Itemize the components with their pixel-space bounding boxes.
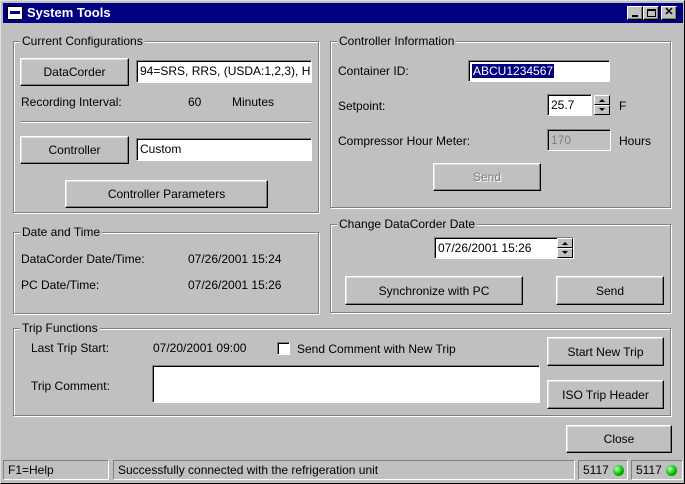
date-spin-up-icon[interactable]: [557, 238, 573, 248]
minimize-button[interactable]: [627, 6, 643, 20]
controller-button[interactable]: Controller: [20, 136, 129, 164]
status-port-pane-2: 5117: [631, 460, 683, 480]
setpoint-spinner[interactable]: [594, 95, 610, 115]
pc-datetime-value: 07/26/2001 15:26: [188, 278, 282, 292]
setpoint-label: Setpoint:: [338, 99, 386, 113]
current-configurations-legend: Current Configurations: [20, 34, 145, 48]
datacorder-datetime-label: DataCorder Date/Time:: [21, 252, 145, 266]
iso-trip-header-button[interactable]: ISO Trip Header: [547, 380, 664, 409]
container-id-field[interactable]: ABCU1234567: [468, 60, 610, 82]
recording-interval-value: 60: [188, 95, 202, 109]
date-time-legend: Date and Time: [20, 225, 103, 239]
system-tools-window: System Tools ✕ Current Configurations Da…: [0, 0, 685, 484]
container-id-value: ABCU1234567: [472, 64, 555, 78]
connection-led-icon: [613, 465, 624, 476]
spin-up-icon[interactable]: [594, 95, 610, 105]
close-button[interactable]: Close: [566, 425, 672, 453]
compressor-hour-field: 170: [547, 129, 611, 151]
datacorder-date-field[interactable]: 07/26/2001 15:26: [434, 237, 574, 259]
status-help-pane: F1=Help: [3, 460, 109, 480]
last-trip-start-value: 07/20/2001 09:00: [153, 341, 247, 355]
controller-config-field[interactable]: Custom: [136, 138, 312, 161]
datacorder-datetime-value: 07/26/2001 15:24: [188, 252, 282, 266]
date-send-button[interactable]: Send: [556, 276, 664, 305]
send-comment-label[interactable]: Send Comment with New Trip: [297, 342, 456, 356]
minimize-icon: [632, 15, 638, 17]
port-number-2: 5117: [636, 463, 662, 477]
date-spinner[interactable]: [557, 238, 573, 258]
last-trip-start-label: Last Trip Start:: [31, 341, 110, 355]
maximize-icon: [647, 9, 656, 17]
date-spin-down-icon[interactable]: [557, 248, 573, 258]
start-new-trip-button[interactable]: Start New Trip: [547, 337, 664, 366]
send-comment-checkbox[interactable]: [277, 342, 290, 355]
controller-send-button[interactable]: Send: [433, 163, 541, 191]
port-number-1: 5117: [583, 463, 609, 477]
setpoint-unit: F: [619, 99, 627, 113]
change-datacorder-date-legend: Change DataCorder Date: [337, 217, 478, 231]
container-id-label: Container ID:: [338, 64, 409, 78]
close-window-button[interactable]: ✕: [661, 6, 677, 20]
datacorder-config-field[interactable]: 94=SRS, RRS, (USDA:1,2,3), H: [136, 60, 312, 83]
window-title: System Tools: [27, 5, 111, 20]
status-message-pane: Successfully connected with the refriger…: [113, 460, 575, 480]
app-icon[interactable]: [7, 6, 23, 20]
trip-comment-label: Trip Comment:: [31, 379, 110, 393]
setpoint-field[interactable]: 25.7: [547, 94, 592, 116]
recording-interval-label: Recording Interval:: [21, 95, 122, 109]
date-time-group: Date and Time: [13, 225, 319, 314]
synchronize-with-pc-button[interactable]: Synchronize with PC: [345, 276, 523, 305]
datacorder-button[interactable]: DataCorder: [20, 58, 129, 86]
controller-information-legend: Controller Information: [337, 34, 457, 48]
compressor-hour-label: Compressor Hour Meter:: [338, 134, 471, 148]
title-bar[interactable]: System Tools ✕: [3, 3, 683, 23]
controller-parameters-button[interactable]: Controller Parameters: [65, 180, 268, 208]
pc-datetime-label: PC Date/Time:: [21, 278, 100, 292]
recording-interval-unit: Minutes: [232, 95, 275, 109]
spin-down-icon[interactable]: [594, 105, 610, 115]
trip-comment-field[interactable]: [152, 365, 540, 403]
status-port-pane-1: 5117: [578, 460, 628, 480]
compressor-hour-unit: Hours: [619, 134, 652, 148]
close-icon: ✕: [664, 6, 674, 18]
config-separator: [21, 121, 311, 123]
connection-led-icon: [666, 465, 677, 476]
trip-functions-legend: Trip Functions: [20, 321, 100, 335]
maximize-button[interactable]: [643, 6, 659, 20]
